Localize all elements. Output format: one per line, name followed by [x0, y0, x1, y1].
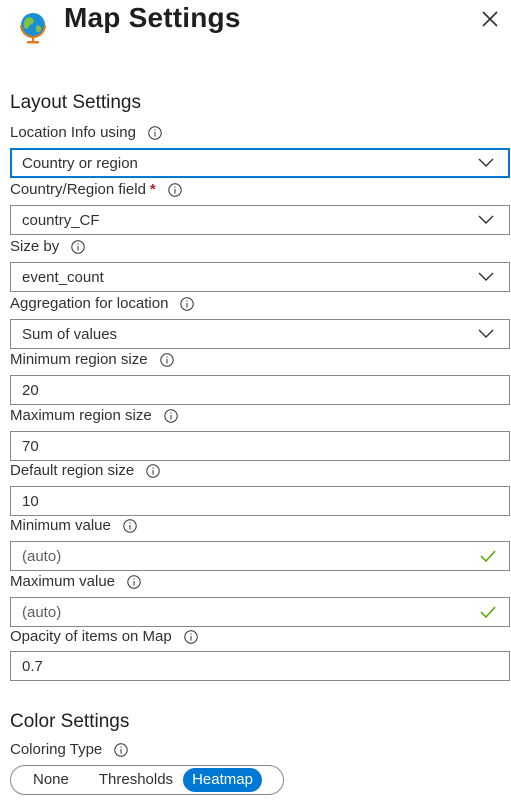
page-title: Map Settings [64, 2, 241, 33]
min-region-input[interactable]: 20 [10, 375, 510, 405]
info-icon[interactable] [123, 519, 137, 533]
location-info-dropdown[interactable]: Country or region [10, 148, 510, 178]
max-value-input[interactable]: (auto) [10, 597, 510, 627]
info-icon[interactable] [159, 353, 174, 367]
layout-settings-heading: Layout Settings [10, 92, 141, 113]
info-icon[interactable] [146, 464, 160, 478]
info-icon[interactable] [168, 183, 182, 197]
opacity-label-text: Opacity of items on Map [10, 628, 172, 645]
coloring-option-none[interactable]: None [13, 768, 89, 792]
info-icon[interactable] [164, 409, 178, 423]
aggregation-value: Sum of values [22, 325, 118, 343]
default-region-input[interactable]: 10 [10, 486, 510, 516]
aggregation-dropdown[interactable]: Sum of values [10, 319, 510, 349]
min-region-label: Minimum region size [10, 350, 174, 370]
opacity-value: 0.7 [22, 657, 43, 675]
info-icon[interactable] [127, 575, 141, 589]
globe-icon [20, 13, 46, 44]
close-icon[interactable] [478, 8, 502, 30]
required-asterisk: * [149, 181, 156, 198]
min-region-value: 20 [22, 381, 39, 399]
aggregation-label-text: Aggregation for location [10, 295, 169, 312]
location-info-value: Country or region [22, 154, 138, 172]
size-by-value: event_count [22, 268, 104, 286]
info-icon[interactable] [71, 240, 85, 254]
max-value-label: Maximum value [10, 572, 141, 592]
country-field-label-text: Country/Region field [10, 181, 146, 198]
min-region-label-text: Minimum region size [10, 351, 148, 368]
chevron-down-icon [478, 272, 494, 281]
location-info-label: Location Info using [10, 123, 162, 143]
country-field-dropdown[interactable]: country_CF [10, 205, 510, 235]
max-value-label-text: Maximum value [10, 573, 116, 590]
checkmark-icon [480, 606, 496, 618]
min-value-value: (auto) [22, 547, 62, 565]
max-region-label: Maximum region size [10, 406, 178, 426]
min-value-label: Minimum value [10, 516, 137, 536]
chevron-down-icon [478, 215, 494, 224]
max-region-value: 70 [22, 437, 39, 455]
info-icon[interactable] [114, 743, 128, 757]
coloring-type-label-text: Coloring Type [10, 741, 103, 758]
info-icon[interactable] [180, 297, 195, 311]
min-value-input[interactable]: (auto) [10, 541, 510, 571]
checkmark-icon [480, 550, 496, 562]
max-region-label-text: Maximum region size [10, 407, 152, 424]
default-region-label: Default region size [10, 461, 160, 481]
country-field-value: country_CF [22, 211, 100, 229]
color-settings-heading: Color Settings [10, 711, 130, 732]
default-region-label-text: Default region size [10, 462, 135, 479]
max-region-input[interactable]: 70 [10, 431, 510, 461]
location-info-label-text: Location Info using [10, 124, 136, 141]
size-by-label: Size by [10, 237, 85, 257]
aggregation-label: Aggregation for location [10, 294, 195, 314]
opacity-input[interactable]: 0.7 [10, 651, 510, 681]
coloring-type-label: Coloring Type [10, 740, 128, 760]
coloring-type-toggle[interactable]: None Thresholds Heatmap [10, 765, 284, 795]
default-region-value: 10 [22, 492, 39, 510]
country-field-label: Country/Region field * [10, 180, 182, 200]
info-icon[interactable] [184, 630, 198, 644]
max-value-value: (auto) [22, 603, 62, 621]
opacity-label: Opacity of items on Map [10, 627, 198, 647]
chevron-down-icon [478, 158, 494, 167]
info-icon[interactable] [148, 126, 162, 140]
coloring-option-thresholds[interactable]: Thresholds [89, 768, 183, 792]
coloring-option-heatmap[interactable]: Heatmap [183, 768, 262, 792]
min-value-label-text: Minimum value [10, 517, 111, 534]
chevron-down-icon [478, 329, 494, 338]
size-by-label-text: Size by [10, 238, 60, 255]
size-by-dropdown[interactable]: event_count [10, 262, 510, 292]
